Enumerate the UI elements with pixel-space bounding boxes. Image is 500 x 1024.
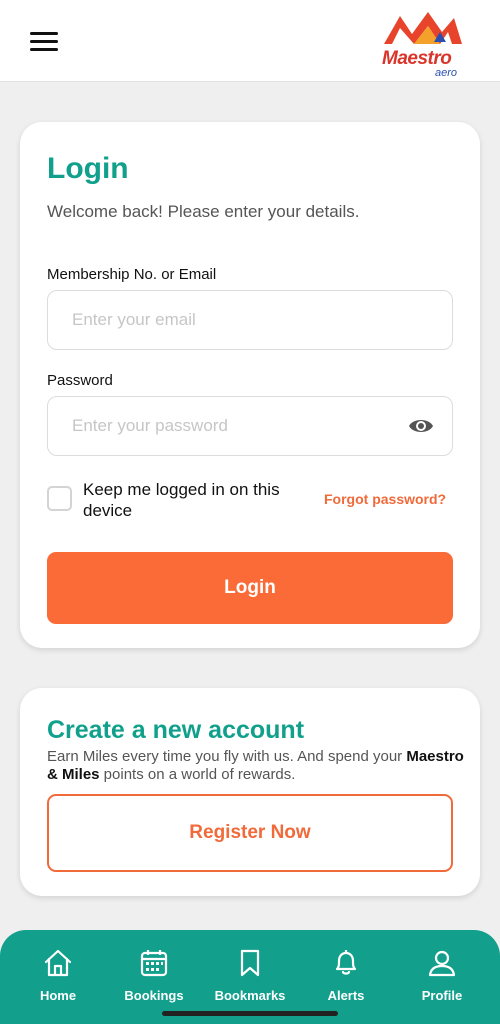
email-field[interactable] (48, 291, 452, 349)
register-desc-text-1: Earn Miles every time you fly with us. A… (47, 748, 407, 765)
nav-item-alerts[interactable]: Alerts (298, 948, 394, 1003)
nav-label-profile: Profile (421, 988, 463, 1003)
register-now-button[interactable]: Register Now (47, 794, 453, 872)
password-field[interactable] (48, 397, 452, 455)
nav-item-bookmarks[interactable]: Bookmarks (202, 948, 298, 1003)
nav-label-bookmarks: Bookmarks (214, 988, 286, 1003)
brand-logo[interactable]: Maestro aero (378, 10, 468, 79)
forgot-password-link[interactable]: Forgot password? (324, 491, 446, 507)
bookmark-icon (240, 949, 260, 977)
keep-logged-in-checkbox[interactable] (47, 486, 72, 511)
password-field-box[interactable] (47, 396, 453, 456)
logo-subtext: aero (435, 67, 458, 79)
nav-label-bookings: Bookings (124, 988, 184, 1003)
nav-item-profile[interactable]: Profile (394, 948, 490, 1003)
home-indicator[interactable] (162, 1011, 338, 1016)
keep-logged-in-label[interactable]: Keep me logged in on this device (83, 479, 313, 521)
nav-label-home: Home (39, 988, 77, 1003)
register-title: Create a new account (47, 716, 305, 744)
login-button[interactable]: Login (47, 552, 453, 624)
nav-item-home[interactable]: Home (10, 948, 106, 1003)
nav-label-alerts: Alerts (327, 988, 365, 1003)
email-field-box[interactable] (47, 290, 453, 350)
bottom-navigation: Home Bookings Bookmarks Alerts Profile (0, 930, 500, 1024)
logo-mountain-icon (384, 12, 462, 44)
nav-item-bookings[interactable]: Bookings (106, 948, 202, 1003)
hamburger-menu-icon[interactable] (30, 32, 58, 52)
login-subtitle: Welcome back! Please enter your details. (47, 202, 360, 221)
home-icon (44, 949, 72, 977)
eye-icon[interactable] (408, 415, 434, 437)
register-desc-text-2: points on a world of rewards. (99, 766, 296, 783)
register-card: Create a new account Earn Miles every ti… (20, 688, 480, 896)
calendar-icon (140, 950, 168, 977)
top-bar: Maestro aero (0, 0, 500, 82)
login-title: Login (47, 152, 129, 185)
register-description: Earn Miles every time you fly with us. A… (47, 748, 467, 784)
password-label: Password (47, 372, 113, 389)
bell-icon (335, 950, 357, 975)
email-label: Membership No. or Email (47, 266, 217, 283)
user-icon (428, 950, 456, 977)
login-card: Login Welcome back! Please enter your de… (20, 122, 480, 648)
